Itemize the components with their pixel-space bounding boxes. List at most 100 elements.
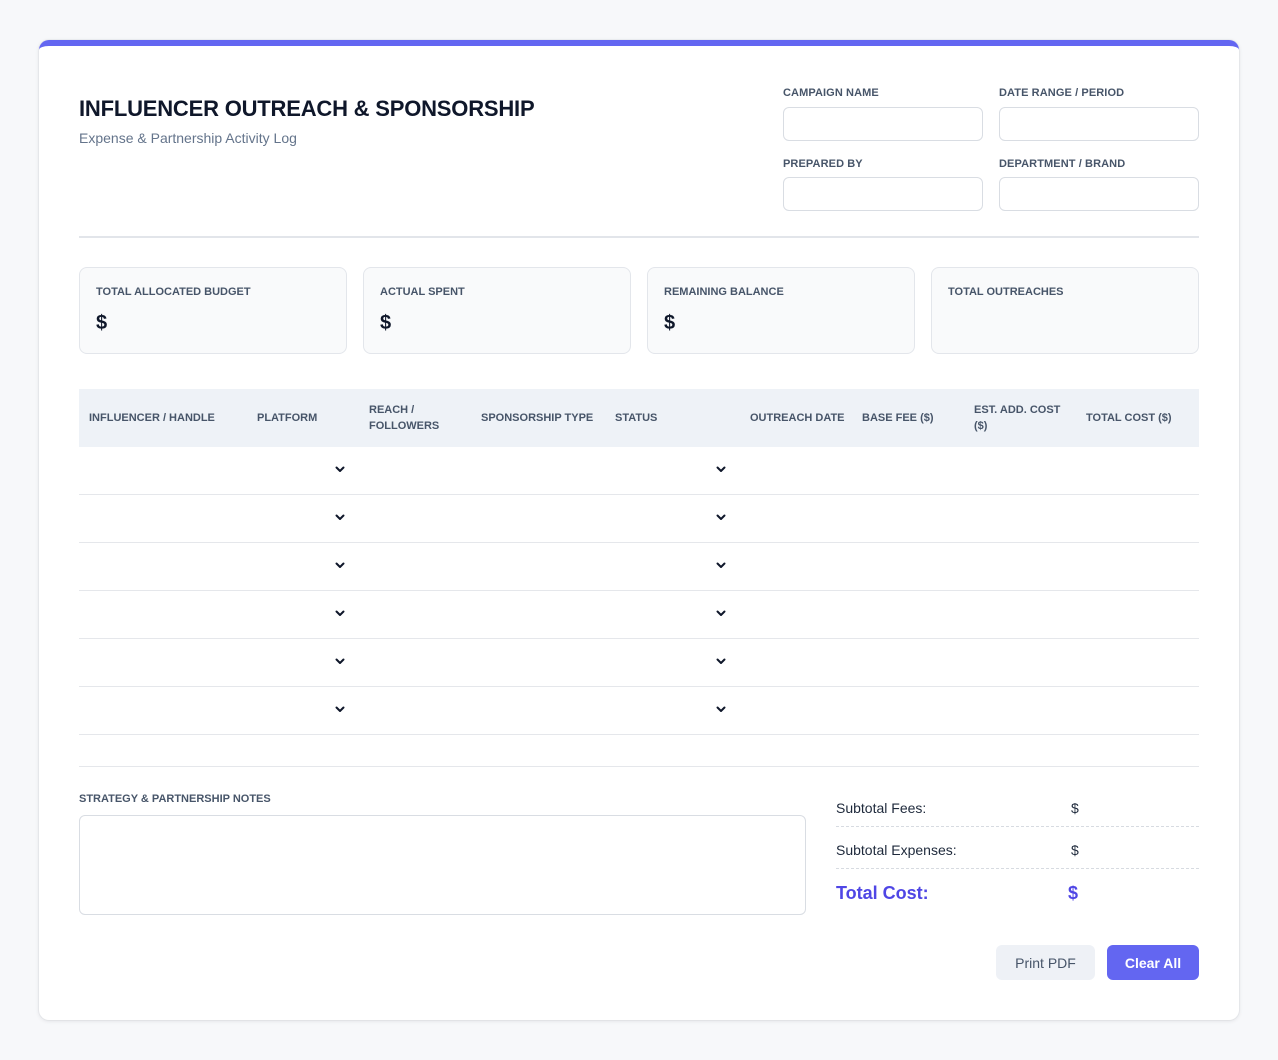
- influencer-cell[interactable]: [79, 495, 247, 542]
- chevron-down-icon[interactable]: [333, 702, 347, 716]
- base-fee-cell[interactable]: [852, 687, 964, 734]
- outreach-date-cell[interactable]: [740, 687, 852, 734]
- total-cost-label: Total Cost:: [836, 883, 929, 903]
- subtotal-fees-value: $: [1071, 800, 1079, 816]
- total-cost-cell[interactable]: [1076, 447, 1199, 494]
- reach-cell[interactable]: [359, 495, 471, 542]
- summary-value: $: [96, 312, 108, 334]
- summary-remaining-balance: REMAINING BALANCE $: [647, 267, 915, 354]
- sponsorship-type-cell[interactable]: [471, 447, 605, 494]
- add-cost-cell[interactable]: [964, 591, 1076, 638]
- summary-value: $: [380, 312, 392, 334]
- influencer-cell[interactable]: [79, 639, 247, 686]
- base-fee-cell[interactable]: [852, 639, 964, 686]
- outreach-date-cell[interactable]: [740, 495, 852, 542]
- subtotal-expenses-value: $: [1071, 842, 1079, 858]
- table-row: [79, 495, 1199, 543]
- table-row: [79, 687, 1199, 735]
- reach-cell[interactable]: [359, 543, 471, 590]
- department-field[interactable]: [999, 177, 1199, 211]
- clear-all-button[interactable]: Clear All: [1107, 945, 1199, 980]
- summary-total-outreaches: TOTAL OUTREACHES: [931, 267, 1199, 354]
- summary-total-budget: TOTAL ALLOCATED BUDGET $: [79, 267, 347, 354]
- total-cost-cell[interactable]: [1076, 543, 1199, 590]
- log-card: INFLUENCER OUTREACH & SPONSORSHIP Expens…: [39, 40, 1239, 1020]
- total-cost-cell[interactable]: [1076, 495, 1199, 542]
- print-pdf-button[interactable]: Print PDF: [996, 945, 1095, 980]
- sponsorship-type-cell[interactable]: [471, 687, 605, 734]
- table-row: [79, 447, 1199, 495]
- outreach-date-cell[interactable]: [740, 591, 852, 638]
- column-header-influencer: INFLUENCER / HANDLE: [89, 412, 215, 424]
- table-row: [79, 639, 1199, 687]
- table-row: [79, 543, 1199, 591]
- campaign-name-label: CAMPAIGN NAME: [783, 87, 879, 99]
- column-header-add-cost: EST. ADD. COST ($): [974, 404, 1061, 432]
- chevron-down-icon[interactable]: [714, 558, 728, 572]
- reach-cell[interactable]: [359, 447, 471, 494]
- influencer-cell[interactable]: [79, 447, 247, 494]
- add-cost-cell[interactable]: [964, 543, 1076, 590]
- total-cost-cell[interactable]: [1076, 687, 1199, 734]
- page-title: INFLUENCER OUTREACH & SPONSORSHIP: [79, 96, 535, 121]
- total-cost-cell[interactable]: [1076, 591, 1199, 638]
- summary-label: REMAINING BALANCE: [664, 286, 784, 298]
- base-fee-cell[interactable]: [852, 543, 964, 590]
- chevron-down-icon[interactable]: [714, 462, 728, 476]
- sponsorship-type-cell[interactable]: [471, 591, 605, 638]
- outreach-date-cell[interactable]: [740, 543, 852, 590]
- header-divider: [79, 236, 1199, 238]
- influencer-cell[interactable]: [79, 543, 247, 590]
- prepared-by-label: PREPARED BY: [783, 158, 863, 170]
- base-fee-cell[interactable]: [852, 495, 964, 542]
- chevron-down-icon[interactable]: [333, 462, 347, 476]
- add-cost-cell[interactable]: [964, 639, 1076, 686]
- base-fee-cell[interactable]: [852, 591, 964, 638]
- chevron-down-icon[interactable]: [714, 510, 728, 524]
- base-fee-cell[interactable]: [852, 447, 964, 494]
- sponsorship-type-cell[interactable]: [471, 639, 605, 686]
- total-cost-cell[interactable]: [1076, 639, 1199, 686]
- chevron-down-icon[interactable]: [714, 606, 728, 620]
- outreach-date-cell[interactable]: [740, 639, 852, 686]
- reach-cell[interactable]: [359, 591, 471, 638]
- chevron-down-icon[interactable]: [714, 702, 728, 716]
- sponsorship-type-cell[interactable]: [471, 495, 605, 542]
- summary-label: ACTUAL SPENT: [380, 286, 465, 298]
- column-header-outreach-date: OUTREACH DATE: [750, 412, 845, 424]
- chevron-down-icon[interactable]: [714, 654, 728, 668]
- subtotal-expenses-label: Subtotal Expenses:: [836, 842, 957, 858]
- notes-textarea[interactable]: [79, 815, 806, 915]
- outreach-date-cell[interactable]: [740, 447, 852, 494]
- influencer-cell[interactable]: [79, 591, 247, 638]
- total-cost-value: $: [1068, 883, 1079, 903]
- chevron-down-icon[interactable]: [333, 654, 347, 668]
- chevron-down-icon[interactable]: [333, 606, 347, 620]
- add-cost-cell[interactable]: [964, 495, 1076, 542]
- chevron-down-icon[interactable]: [333, 558, 347, 572]
- column-header-reach: REACH / FOLLOWERS: [369, 404, 440, 432]
- notes-label: STRATEGY & PARTNERSHIP NOTES: [79, 793, 271, 805]
- add-cost-cell[interactable]: [964, 687, 1076, 734]
- summary-actual-spent: ACTUAL SPENT $: [363, 267, 631, 354]
- date-range-field[interactable]: [999, 107, 1199, 141]
- column-header-sponsorship-type: SPONSORSHIP TYPE: [481, 412, 594, 424]
- subtotal-fees-label: Subtotal Fees:: [836, 800, 927, 816]
- prepared-by-field[interactable]: [783, 177, 983, 211]
- influencer-cell[interactable]: [79, 687, 247, 734]
- add-cost-cell[interactable]: [964, 447, 1076, 494]
- summary-label: TOTAL OUTREACHES: [948, 286, 1064, 298]
- table-row: [79, 591, 1199, 639]
- column-header-status: STATUS: [615, 412, 658, 424]
- reach-cell[interactable]: [359, 687, 471, 734]
- campaign-name-field[interactable]: [783, 107, 983, 141]
- column-header-base-fee: BASE FEE ($): [862, 412, 934, 424]
- sponsorship-type-cell[interactable]: [471, 543, 605, 590]
- reach-cell[interactable]: [359, 639, 471, 686]
- summary-label: TOTAL ALLOCATED BUDGET: [96, 286, 251, 298]
- page-subtitle: Expense & Partnership Activity Log: [79, 130, 297, 146]
- chevron-down-icon[interactable]: [333, 510, 347, 524]
- totals-divider: [836, 826, 1199, 827]
- column-header-platform: PLATFORM: [257, 412, 318, 424]
- department-label: DEPARTMENT / BRAND: [999, 158, 1126, 170]
